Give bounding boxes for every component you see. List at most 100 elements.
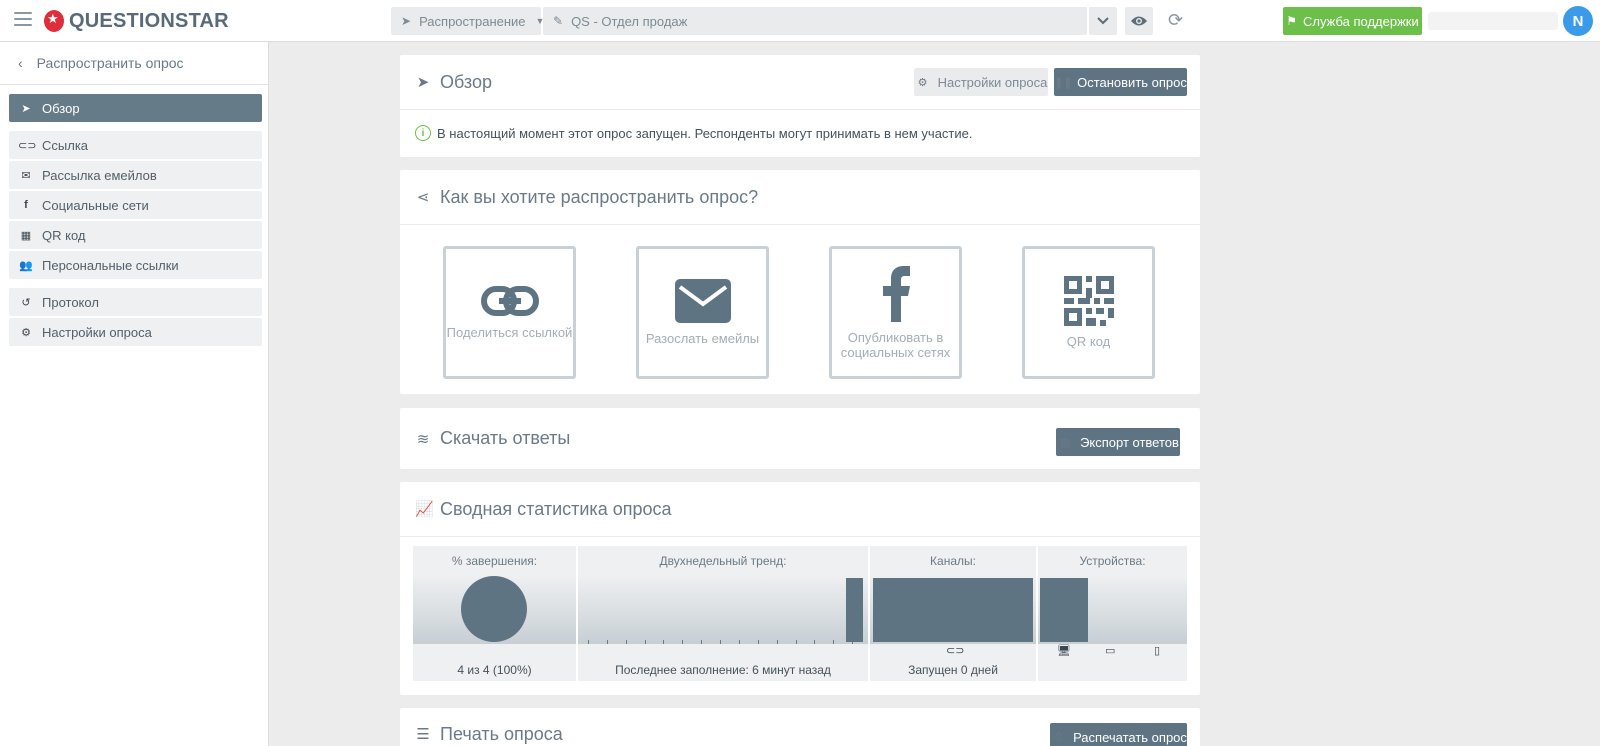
print-survey-label: Распечатать опрос (1073, 729, 1187, 745)
sidebar-item-protocol[interactable]: ↺ Протокол (9, 288, 262, 316)
survey-settings-label: Настройки опроса (937, 74, 1048, 90)
gear-icon: ⚙ (21, 326, 31, 339)
share-link-tile[interactable]: Поделиться ссылкой (443, 246, 576, 379)
survey-settings-button[interactable]: ⚙ Настройки опроса (914, 68, 1048, 96)
channels-chart (870, 576, 1036, 644)
paper-plane-icon: ➤ (21, 102, 31, 115)
preview-button[interactable] (1125, 7, 1153, 35)
completion-chart (413, 576, 576, 644)
sidebar-item-label: QR код (42, 227, 86, 243)
print-header: ☰ Печать опроса ⎙ Распечатать опрос (400, 708, 1200, 746)
history-icon: ↺ (21, 296, 31, 309)
trend-tick (757, 640, 759, 644)
sidebar-item-label: Рассылка емейлов (42, 167, 157, 183)
chevron-down-icon (1097, 17, 1109, 25)
menu-icon[interactable] (14, 12, 32, 28)
paper-plane-icon: ➤ (416, 74, 430, 91)
envelope-icon: ✉ (21, 169, 31, 182)
facebook-icon (882, 265, 910, 322)
sidebar-item-label: Настройки опроса (42, 324, 152, 340)
sidebar-item-qr[interactable]: ▦ QR код (9, 221, 262, 249)
survey-dropdown-button[interactable] (1089, 7, 1117, 35)
eye-icon (1131, 16, 1147, 26)
trend-tick (663, 640, 665, 644)
database-icon: ≋ (416, 430, 430, 448)
logo[interactable]: QUESTIONSTAR (44, 7, 229, 35)
print-card: ☰ Печать опроса ⎙ Распечатать опрос (400, 708, 1200, 746)
qr-code-tile[interactable]: QR код (1022, 246, 1155, 379)
sidebar-item-personal-links[interactable]: 👥 Персональные ссылки (9, 251, 262, 279)
sidebar-item-label: Ссылка (42, 137, 89, 153)
trend-tick (738, 640, 740, 644)
sidebar: ‹ Распространить опрос ➤ Обзор ⊂⊃ Ссылка… (0, 42, 269, 746)
sidebar-item-social[interactable]: f Социальные сети (9, 191, 262, 219)
support-label: Служба поддержки (1303, 13, 1419, 29)
tile-label: Поделиться ссылкой (446, 325, 573, 340)
sidebar-back-link[interactable]: ‹ Распространить опрос (0, 42, 268, 85)
overview-title: Обзор (440, 71, 492, 92)
trend-tick (776, 640, 778, 644)
trend-tick (833, 640, 835, 644)
export-answers-label: Экспорт ответов (1080, 434, 1179, 450)
survey-selector[interactable]: ✎ QS - Отдел продаж (543, 7, 1087, 35)
paper-plane-icon: ➤ (401, 14, 412, 28)
avatar[interactable]: N (1563, 6, 1593, 36)
sidebar-item-settings[interactable]: ⚙ Настройки опроса (9, 318, 262, 346)
refresh-icon[interactable]: ⟳ (1168, 10, 1183, 31)
support-button[interactable]: ⚑ Служба поддержки (1283, 7, 1422, 35)
stats-title: Сводная статистика опроса (440, 498, 672, 519)
send-emails-tile[interactable]: Разослать емейлы (636, 246, 769, 379)
sidebar-back-label: Распространить опрос (36, 55, 184, 71)
list-icon: ☰ (416, 726, 430, 743)
logo-text: QUESTIONSTAR (69, 9, 229, 32)
trend-tick (682, 640, 684, 644)
trend-column: Двухнедельный тренд: Последнее заполнени… (578, 546, 868, 681)
trend-tick (720, 640, 722, 644)
tile-label: Опубликовать в социальных сетях (840, 329, 951, 360)
survey-label: QS - Отдел продаж (571, 13, 688, 29)
users-icon: 👥 (19, 259, 33, 272)
status-message: i В настоящий момент этот опрос запущен.… (400, 110, 1200, 156)
export-answers-button[interactable]: ▤ Экспорт ответов (1056, 428, 1180, 456)
completion-pie (461, 576, 527, 642)
device-bar (1040, 578, 1088, 642)
sidebar-item-overview[interactable]: ➤ Обзор (9, 94, 262, 122)
link-icon (480, 286, 539, 316)
envelope-icon (674, 279, 731, 323)
facebook-icon: f (24, 199, 28, 211)
distribute-tiles: Поделиться ссылкой Разослать емейлы Опуб… (400, 225, 1200, 395)
download-header: ≋ Скачать ответы ▤ Экспорт ответов (400, 408, 1200, 469)
stop-survey-button[interactable]: ❚❚ Остановить опрос (1054, 68, 1187, 96)
completion-value: 4 из 4 (100%) (457, 662, 532, 677)
sidebar-item-label: Социальные сети (42, 197, 149, 213)
distribute-header: ⋖ Как вы хотите распространить опрос? (400, 170, 1200, 225)
link-icon: ⊂⊃ (946, 645, 965, 657)
pencil-icon: ✎ (553, 14, 564, 28)
trend-foot: Последнее заполнение: 6 минут назад (615, 662, 831, 677)
channels-head: Каналы: (930, 554, 976, 568)
mobile-icon: ▯ (1154, 645, 1161, 657)
devices-head: Устройства: (1079, 554, 1146, 568)
sidebar-item-link[interactable]: ⊂⊃ Ссылка (9, 131, 262, 159)
tablet-icon: ▭ (1105, 645, 1116, 657)
distribute-card: ⋖ Как вы хотите распространить опрос? По… (400, 170, 1200, 394)
status-text: В настоящий момент этот опрос запущен. Р… (437, 125, 973, 141)
download-title: Скачать ответы (440, 428, 571, 448)
social-publish-tile[interactable]: Опубликовать в социальных сетях (829, 246, 962, 379)
qr-code-icon (1063, 276, 1114, 326)
chevron-left-icon: ‹ (18, 55, 23, 71)
share-icon: ⋖ (416, 189, 430, 206)
trend-bar (846, 578, 864, 642)
line-chart-icon: 📈 (415, 501, 434, 518)
trend-chart (578, 576, 868, 644)
sidebar-item-email[interactable]: ✉ Рассылка емейлов (9, 161, 262, 189)
logo-mark-icon (44, 10, 64, 32)
channels-foot: Запущен 0 дней (908, 662, 998, 677)
channel-bar (873, 578, 1033, 642)
sidebar-item-label: Персональные ссылки (42, 257, 179, 273)
devices-chart (1038, 576, 1187, 644)
stats-panel: % завершения: 4 из 4 (100%) Двухнедельны… (413, 546, 1187, 681)
print-survey-button[interactable]: ⎙ Распечатать опрос (1050, 723, 1187, 746)
distribute-dropdown[interactable]: ➤ Распространение ▼ (391, 7, 544, 35)
trend-tick (795, 640, 797, 644)
